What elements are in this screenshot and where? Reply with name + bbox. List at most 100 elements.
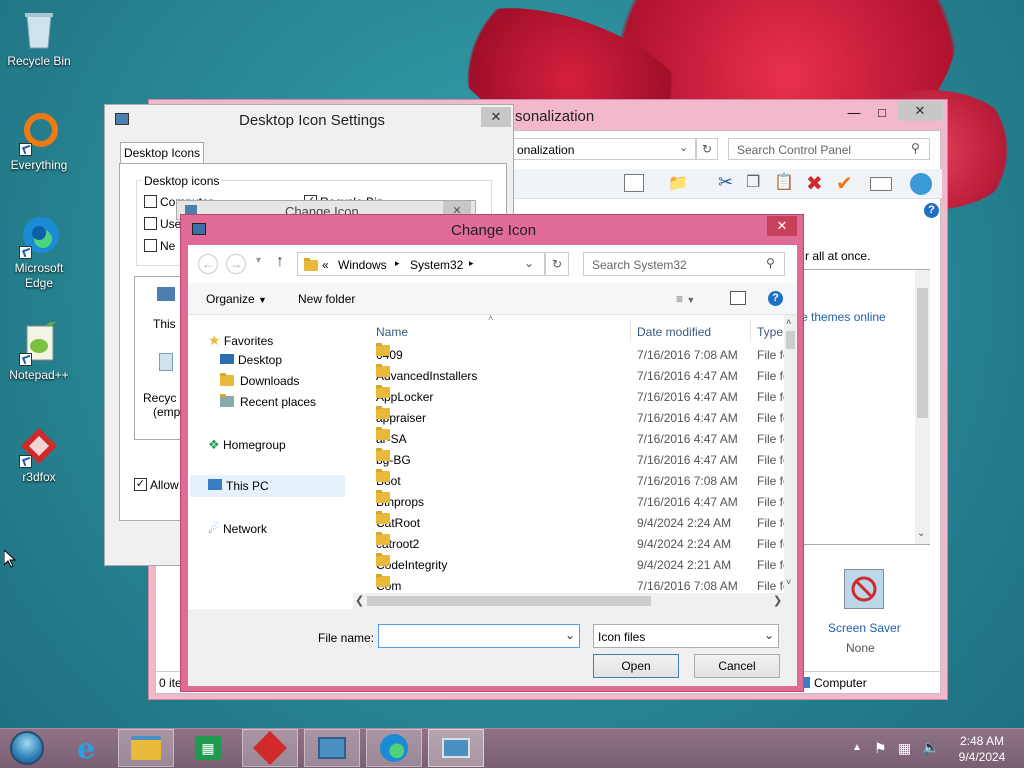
taskbar-control-panel[interactable] <box>304 729 360 767</box>
file-row[interactable]: CatRoot 9/4/2024 2:24 AM File fol <box>358 511 797 534</box>
recycle-bin-icon[interactable] <box>159 353 173 371</box>
open-button[interactable]: Open <box>593 654 679 678</box>
network-tray-icon[interactable]: ▦ <box>898 740 911 757</box>
refresh-button[interactable]: ↻ <box>545 252 569 276</box>
checkbox-network[interactable] <box>144 239 157 252</box>
clock[interactable]: 2:48 AM 9/4/2024 <box>950 733 1014 765</box>
scroll-thumb[interactable] <box>917 288 928 418</box>
copy-icon[interactable]: ❐ <box>746 172 760 192</box>
column-date[interactable]: Date modified <box>637 325 711 339</box>
nav-homegroup[interactable]: ❖ Homegroup <box>208 437 286 453</box>
nav-desktop[interactable]: Desktop <box>220 353 282 367</box>
chevron-left-icon[interactable]: ❮ <box>355 594 364 607</box>
scroll-thumb[interactable] <box>786 331 795 349</box>
chevron-down-icon[interactable]: ⌄ <box>524 256 534 270</box>
nav-network[interactable]: ☄ Network <box>208 521 267 537</box>
column-type[interactable]: Type <box>757 325 783 339</box>
file-row[interactable]: AdvancedInstallers 7/16/2016 4:47 AM File … <box>358 364 797 387</box>
organize-button[interactable]: Organize ▼ <box>206 292 267 306</box>
themes-online-link[interactable]: re themes online <box>797 310 886 324</box>
chevron-right-icon[interactable]: ❯ <box>773 594 782 607</box>
breadcrumb-system32[interactable]: System32 <box>410 258 463 272</box>
maximize-button[interactable]: □ <box>869 102 895 122</box>
nav-thispc[interactable]: This PC <box>208 479 269 493</box>
taskbar-ie[interactable]: e <box>58 729 114 767</box>
up-button[interactable]: ↑ <box>276 253 284 271</box>
volume-icon[interactable]: 🔈 <box>922 739 939 756</box>
filetype-select[interactable]: Icon files ⌄ <box>593 624 779 648</box>
desktop-icon-notepadpp[interactable]: Notepad++ <box>3 318 75 383</box>
filename-input[interactable]: ⌄ <box>378 624 580 648</box>
forward-button[interactable]: → <box>226 254 246 274</box>
file-row[interactable]: appraiser 7/16/2016 4:47 AM File fol <box>358 406 797 429</box>
desktop[interactable]: Recycle Bin Everything Microsoft Edge No… <box>0 0 1024 728</box>
change-icon-dialog[interactable]: Change Icon ✕ ← → ▾ ↑ « Windows ▸ System… <box>180 214 804 692</box>
taskbar-edge[interactable] <box>366 729 422 767</box>
chevron-down-icon[interactable]: ⌄ <box>764 628 774 642</box>
refresh-button[interactable]: ↻ <box>696 138 718 160</box>
this-pc-icon[interactable] <box>157 287 175 301</box>
back-button[interactable]: ← <box>198 254 218 274</box>
action-center-flag-icon[interactable]: ⚑ <box>874 740 887 757</box>
minimize-button[interactable]: — <box>841 102 867 122</box>
vertical-scrollbar[interactable]: ˄ ˅ <box>784 315 797 609</box>
search-box[interactable]: Search System32 ⚲ <box>583 252 785 276</box>
chevron-up-icon[interactable]: ˄ <box>786 317 791 327</box>
desktop-icon-everything[interactable]: Everything <box>3 112 75 173</box>
nav-favorites[interactable]: ★ Favorites <box>208 332 273 349</box>
start-button[interactable] <box>2 729 52 767</box>
taskbar-store[interactable]: ▦ <box>180 729 236 767</box>
desktop-icon-edge[interactable]: Microsoft Edge <box>3 215 75 291</box>
checkbox-user[interactable] <box>144 217 157 230</box>
taskbar-display-settings[interactable] <box>428 729 484 767</box>
file-row[interactable]: Bthprops 7/16/2016 4:47 AM File fol <box>358 490 797 513</box>
file-row[interactable]: 04097/16/2016 7:08 AMFile fol <box>358 343 797 366</box>
file-row[interactable]: bg-BG 7/16/2016 4:47 AM File fol <box>358 448 797 471</box>
rename-icon[interactable] <box>870 177 892 191</box>
file-row[interactable]: catroot2 9/4/2024 2:24 AM File fol <box>358 532 797 555</box>
layout-icon[interactable] <box>624 174 644 192</box>
chevron-down-icon[interactable]: ˅ <box>786 577 791 587</box>
breadcrumb[interactable]: « Windows ▸ System32 ▸ ⌄ <box>297 252 545 276</box>
taskbar-explorer[interactable] <box>118 729 174 767</box>
delete-icon[interactable]: ✖ <box>806 171 823 196</box>
globe-icon[interactable] <box>910 173 932 195</box>
file-row[interactable]: ar-SA 7/16/2016 4:47 AM File fol <box>358 427 797 450</box>
screen-saver-icon[interactable] <box>844 569 884 609</box>
themes-scrollbar[interactable]: ⌄ <box>915 270 930 544</box>
chevron-down-icon[interactable]: ⌄ <box>565 628 575 642</box>
close-button[interactable]: ✕ <box>897 101 943 121</box>
chevron-down-icon[interactable]: ⌄ <box>917 528 925 539</box>
paste-icon[interactable]: 📋 <box>774 172 794 192</box>
view-options-icon[interactable]: ≡ ▼ <box>676 292 695 306</box>
breadcrumb-windows[interactable]: Windows <box>338 258 387 272</box>
tab-desktop-icons[interactable]: Desktop Icons <box>120 142 204 164</box>
breadcrumb-overflow[interactable]: « <box>322 258 329 272</box>
file-row[interactable]: CodeIntegrity 9/4/2024 2:21 AM File fol <box>358 553 797 576</box>
cut-icon[interactable]: ✂ <box>718 172 733 193</box>
search-control-panel[interactable]: Search Control Panel ⚲ <box>728 138 930 160</box>
file-row[interactable]: Boot7/16/2016 7:08 AMFile fol <box>358 469 797 492</box>
screen-saver-label[interactable]: Screen Saver <box>828 621 901 635</box>
scroll-thumb[interactable] <box>367 596 651 606</box>
properties-icon[interactable]: 📁 <box>668 173 688 193</box>
checkbox-computer[interactable] <box>144 195 157 208</box>
help-icon[interactable]: ? <box>924 203 939 218</box>
column-name[interactable]: Name <box>376 325 408 339</box>
show-hidden-icons[interactable]: ▲ <box>852 742 862 753</box>
checkbox-allow-themes[interactable]: ✓ <box>134 478 147 491</box>
recent-chevron-icon[interactable]: ▾ <box>256 255 261 266</box>
file-row[interactable]: AppLocker 7/16/2016 4:47 AM File fol <box>358 385 797 408</box>
horizontal-scrollbar[interactable]: ❮ ❯ <box>353 593 785 609</box>
check-icon[interactable]: ✔ <box>836 171 853 196</box>
new-folder-button[interactable]: New folder <box>298 292 355 306</box>
nav-recent[interactable]: Recent places <box>220 394 316 409</box>
nav-downloads[interactable]: Downloads <box>220 373 299 388</box>
desktop-icon-recycle-bin[interactable]: Recycle Bin <box>3 8 75 69</box>
help-icon[interactable]: ? <box>768 291 783 306</box>
cancel-button[interactable]: Cancel <box>694 654 780 678</box>
close-button[interactable]: ✕ <box>767 216 797 236</box>
close-button[interactable]: ✕ <box>481 107 511 127</box>
address-bar[interactable]: onalization ⌄ <box>508 138 696 160</box>
taskbar-r3dfox[interactable] <box>242 729 298 767</box>
